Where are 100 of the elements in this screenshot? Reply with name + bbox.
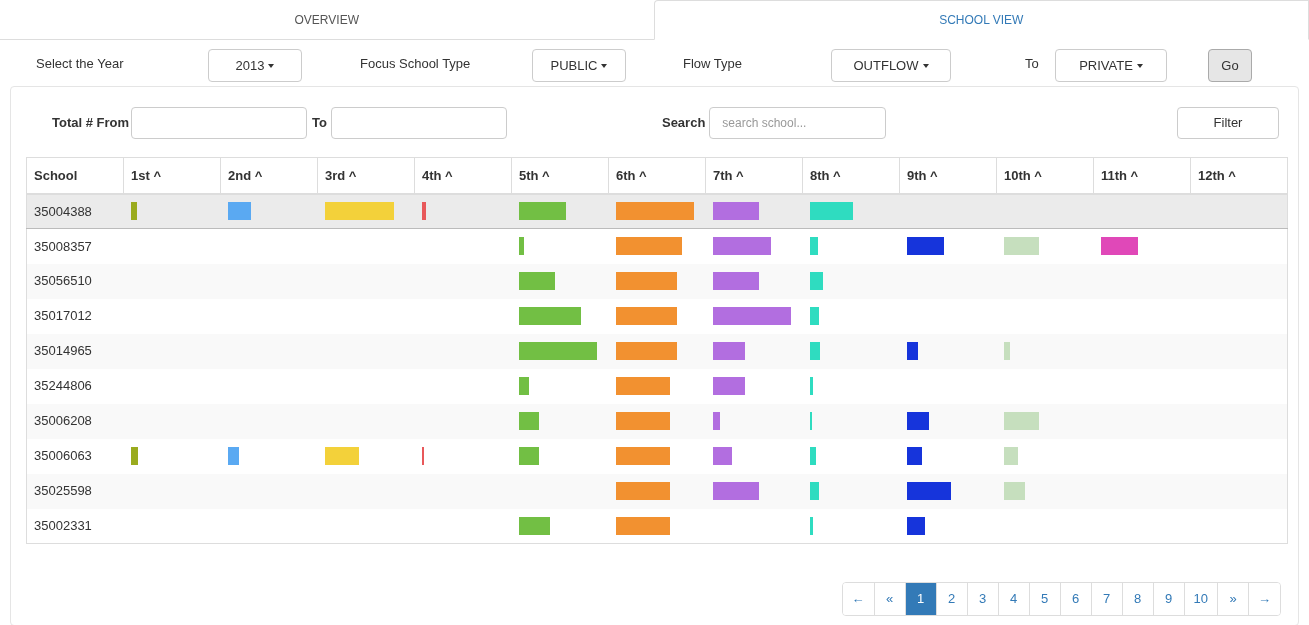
bar [518, 377, 529, 395]
page-link[interactable]: 1 [904, 583, 936, 615]
column-header[interactable]: 11th ^ [1093, 157, 1191, 194]
bar [906, 447, 922, 465]
bar [130, 202, 137, 221]
bar [906, 237, 944, 256]
bar [712, 482, 759, 500]
dropdown-button[interactable]: PRIVATE [1055, 49, 1167, 82]
bar [906, 342, 918, 360]
bar [906, 516, 925, 535]
caret-icon [1136, 63, 1143, 68]
bar [809, 412, 812, 430]
bar [809, 307, 819, 325]
control-label: Select the Year [36, 55, 125, 73]
page-link[interactable]: → [1248, 583, 1280, 615]
bar [809, 342, 820, 360]
bar [809, 516, 813, 535]
column-header[interactable]: 5th ^ [511, 157, 609, 194]
bar [809, 237, 818, 256]
bar [809, 447, 816, 465]
bar [712, 447, 732, 465]
search-field[interactable]: search school... [709, 107, 887, 139]
bar [518, 272, 555, 290]
column-header[interactable]: 10th ^ [996, 157, 1094, 194]
bar [615, 272, 677, 290]
table-cell: 35025598 [26, 473, 124, 509]
bar [809, 272, 823, 290]
bar [615, 482, 670, 500]
table-cell: 35014965 [26, 333, 124, 369]
bar [712, 202, 759, 221]
column-header[interactable]: 7th ^ [705, 157, 803, 194]
bar [712, 342, 745, 360]
bar [1003, 412, 1039, 430]
input-field[interactable] [131, 107, 308, 139]
caret-icon [922, 63, 929, 68]
bar [518, 202, 566, 221]
bar [1003, 482, 1025, 500]
column-header[interactable]: 1st ^ [123, 157, 221, 194]
bar [809, 377, 813, 395]
tab[interactable]: SCHOOL VIEW [653, 0, 1309, 40]
filter-button[interactable]: Filter [1177, 107, 1279, 139]
column-header[interactable]: 4th ^ [414, 157, 512, 194]
bar [712, 377, 745, 395]
bar [906, 412, 929, 430]
bar [1003, 342, 1010, 360]
bar [809, 482, 819, 500]
control-label: Focus School Type [360, 55, 472, 73]
bar [324, 447, 359, 465]
go-button[interactable]: Go [1208, 49, 1252, 82]
bar [1003, 237, 1039, 256]
bar [809, 202, 853, 221]
bar [324, 202, 394, 221]
bar [518, 307, 581, 325]
bar [615, 377, 670, 395]
bar [227, 202, 251, 221]
table-cell: 35244806 [26, 368, 124, 404]
column-header[interactable]: School [26, 157, 124, 194]
control-label: To [1025, 55, 1040, 73]
bar [421, 447, 424, 465]
field-label: Total # From [52, 114, 130, 133]
bar [906, 482, 951, 500]
table-cell: 35056510 [26, 263, 124, 299]
bar [227, 447, 239, 465]
table-cell: 35008357 [26, 228, 124, 264]
input-field[interactable] [330, 107, 507, 139]
bar [518, 412, 539, 430]
bar [130, 447, 138, 465]
bar [518, 237, 524, 256]
column-header[interactable]: 2nd ^ [220, 157, 318, 194]
bar [615, 516, 670, 535]
column-header[interactable]: 9th ^ [899, 157, 997, 194]
bar [518, 516, 550, 535]
field-label: Search [661, 114, 706, 133]
dropdown-button[interactable]: 2013 [208, 49, 302, 82]
bar [518, 447, 539, 465]
dropdown-button[interactable]: PUBLIC [532, 49, 626, 82]
bar [615, 307, 677, 325]
column-header[interactable]: 12th ^ [1190, 157, 1288, 194]
table-cell: 35002331 [26, 508, 124, 544]
column-header[interactable]: 8th ^ [802, 157, 900, 194]
bar [712, 272, 759, 290]
bar [615, 412, 670, 430]
field-label: To [312, 114, 327, 133]
table-cell: 35006063 [26, 438, 124, 474]
caret-icon [601, 63, 608, 68]
column-header[interactable]: 6th ^ [608, 157, 706, 194]
bar [615, 237, 682, 256]
bar [615, 447, 670, 465]
dropdown-button[interactable]: OUTFLOW [831, 49, 951, 82]
bar [421, 202, 426, 221]
control-label: Flow Type [683, 55, 743, 73]
bar [1003, 447, 1018, 465]
tab[interactable]: OVERVIEW [0, 0, 654, 39]
table-cell: 35006208 [26, 403, 124, 439]
bar [712, 412, 720, 430]
bar [615, 342, 677, 360]
table-cell: 35004388 [26, 193, 124, 229]
bar [712, 237, 771, 256]
bar [1100, 237, 1138, 256]
column-header[interactable]: 3rd ^ [317, 157, 415, 194]
